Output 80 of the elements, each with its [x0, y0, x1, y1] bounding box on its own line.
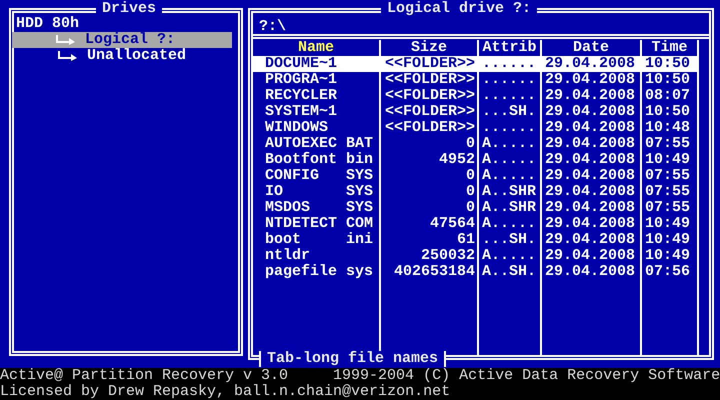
- path-label: ?:\: [259, 18, 286, 35]
- table-cell[interactable]: ......: [479, 88, 542, 104]
- table-cell[interactable]: IO SYS: [253, 184, 381, 200]
- table-cell[interactable]: A..SHR: [479, 200, 542, 216]
- table-cell[interactable]: MSDOS SYS: [253, 200, 381, 216]
- table-cell[interactable]: 29.04.2008: [542, 72, 642, 88]
- table-cell[interactable]: ......: [479, 72, 542, 88]
- table-cell[interactable]: ......: [479, 120, 542, 136]
- table-cell[interactable]: 29.04.2008: [542, 232, 642, 248]
- table-cell[interactable]: DOCUME~1: [253, 56, 381, 72]
- table-cell[interactable]: AUTOEXEC BAT: [253, 136, 381, 152]
- table-cell[interactable]: 07:55: [642, 184, 699, 200]
- table-cell[interactable]: 0: [381, 168, 479, 184]
- tree-branch-icon: [58, 51, 78, 61]
- table-cell[interactable]: 29.04.2008: [542, 120, 642, 136]
- table-cell[interactable]: boot ini: [253, 232, 381, 248]
- table-cell[interactable]: ......: [479, 56, 542, 72]
- tree-item[interactable]: Unallocated: [87, 48, 186, 64]
- table-cell[interactable]: A.....: [479, 168, 542, 184]
- table-cell[interactable]: A.....: [479, 216, 542, 232]
- table-cell[interactable]: SYSTEM~1: [253, 104, 381, 120]
- table-cell[interactable]: 0: [381, 136, 479, 152]
- table-cell[interactable]: 0: [381, 200, 479, 216]
- table-cell[interactable]: 10:49: [642, 248, 699, 264]
- table-cell[interactable]: NTDETECT COM: [253, 216, 381, 232]
- table-cell[interactable]: 10:50: [642, 56, 699, 72]
- tree-branch-icon: [56, 35, 76, 45]
- status-text: 1999-2004 (C) Active Data Recovery Software: [333, 368, 720, 384]
- table-cell[interactable]: <<FOLDER>>: [381, 104, 479, 120]
- table-cell[interactable]: <<FOLDER>>: [381, 72, 479, 88]
- table-cell[interactable]: A.....: [479, 152, 542, 168]
- tree-item[interactable]: HDD 80h: [16, 16, 80, 32]
- table-cell[interactable]: A..SH.: [479, 264, 542, 280]
- table-cell[interactable]: A..SHR: [479, 184, 542, 200]
- table-cell[interactable]: ntldr: [253, 248, 381, 264]
- table-cell[interactable]: 29.04.2008: [542, 264, 642, 280]
- table-cell[interactable]: <<FOLDER>>: [381, 88, 479, 104]
- table-cell[interactable]: 07:55: [642, 136, 699, 152]
- table-cell[interactable]: 10:49: [642, 232, 699, 248]
- table-cell[interactable]: 10:49: [642, 152, 699, 168]
- table-cell[interactable]: <<FOLDER>>: [381, 120, 479, 136]
- table-cell[interactable]: 47564: [381, 216, 479, 232]
- table-cell[interactable]: 07:56: [642, 264, 699, 280]
- table-cell[interactable]: 29.04.2008: [542, 248, 642, 264]
- table-cell[interactable]: 402653184: [381, 264, 479, 280]
- table-cell[interactable]: A.....: [479, 248, 542, 264]
- table-cell[interactable]: ...SH.: [479, 104, 542, 120]
- table-cell[interactable]: 08:07: [642, 88, 699, 104]
- table-cell[interactable]: 29.04.2008: [542, 168, 642, 184]
- table-cell[interactable]: 29.04.2008: [542, 152, 642, 168]
- table-cell[interactable]: 07:55: [642, 168, 699, 184]
- table-cell[interactable]: 10:49: [642, 216, 699, 232]
- table-cell[interactable]: ...SH.: [479, 232, 542, 248]
- table-cell[interactable]: 29.04.2008: [542, 56, 642, 72]
- table-cell[interactable]: RECYCLER: [253, 88, 381, 104]
- table-cell[interactable]: 29.04.2008: [542, 104, 642, 120]
- table-cell[interactable]: 29.04.2008: [542, 200, 642, 216]
- table-cell[interactable]: CONFIG SYS: [253, 168, 381, 184]
- table-cell[interactable]: 4952: [381, 152, 479, 168]
- table-cell[interactable]: 29.04.2008: [542, 136, 642, 152]
- table-cell[interactable]: A.....: [479, 136, 542, 152]
- table-cell[interactable]: WINDOWS: [253, 120, 381, 136]
- table-cell[interactable]: Bootfont bin: [253, 152, 381, 168]
- panel-title: Logical drive ?:: [381, 1, 538, 17]
- panel-footer: Tab-long file names: [259, 351, 446, 367]
- table-cell[interactable]: 0: [381, 184, 479, 200]
- table-cell[interactable]: PROGRA~1: [253, 72, 381, 88]
- table-cell[interactable]: 10:50: [642, 104, 699, 120]
- table-cell[interactable]: 10:50: [642, 72, 699, 88]
- table-cell[interactable]: 07:55: [642, 200, 699, 216]
- table-cell[interactable]: 29.04.2008: [542, 184, 642, 200]
- status-text: Licensed by Drew Repasky, ball.n.chain@verizon.net: [0, 384, 450, 400]
- table-cell[interactable]: pagefile sys: [253, 264, 381, 280]
- table-cell[interactable]: 250032: [381, 248, 479, 264]
- table-cell[interactable]: 10:48: [642, 120, 699, 136]
- table-cell[interactable]: <<FOLDER>>: [381, 56, 479, 72]
- status-text: Active@ Partition Recovery v 3.0: [0, 368, 288, 384]
- table-cell[interactable]: 61: [381, 232, 479, 248]
- table-cell[interactable]: 29.04.2008: [542, 88, 642, 104]
- table-cell[interactable]: 29.04.2008: [542, 216, 642, 232]
